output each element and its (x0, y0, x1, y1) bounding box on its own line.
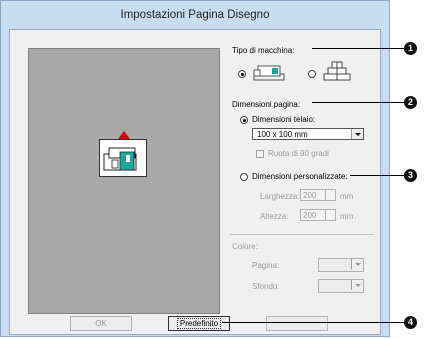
callout-number-2: 2 (404, 96, 417, 109)
height-value: 200 (303, 211, 317, 220)
sewing-machine-preview-icon (103, 147, 137, 171)
page-color-label: Pagina: (252, 261, 280, 270)
single-needle-machine-icon[interactable] (252, 62, 286, 84)
dialog-client-area: Tipo di macchina: Dimensioni pagina: Dim… (9, 29, 381, 335)
height-label: Altezza: (260, 212, 289, 221)
orientation-marker-icon (118, 131, 130, 139)
custom-size-radio[interactable] (240, 173, 248, 181)
callout-line-4 (222, 322, 404, 323)
machine-multi-radio[interactable] (308, 70, 316, 78)
background-color-label: Sfondo: (252, 282, 280, 291)
ok-button[interactable]: OK (70, 316, 132, 331)
spinner-arrows-icon[interactable] (325, 210, 335, 220)
width-value: 200 (303, 191, 317, 200)
color-label: Colore: (232, 242, 258, 251)
dialog-title: Impostazioni Pagina Disegno (120, 9, 270, 21)
default-button-label: Predefinito (176, 318, 222, 329)
callout-line-2 (312, 102, 404, 103)
width-label: Larghezza: (260, 192, 300, 201)
callout-line-1 (312, 48, 404, 49)
hoop-size-select[interactable]: 100 x 100 mm (252, 128, 364, 140)
multi-needle-machine-icon[interactable] (322, 60, 352, 84)
preview-page (99, 139, 147, 177)
spinner-arrows-icon[interactable] (325, 190, 335, 200)
callout-number-3: 3 (404, 169, 417, 182)
chevron-down-icon[interactable] (351, 280, 363, 290)
machine-type-label: Tipo di macchina: (232, 46, 295, 55)
rotate-checkbox[interactable] (256, 150, 264, 158)
divider (230, 234, 374, 235)
callout-number-1: 1 (404, 42, 417, 55)
height-unit: mm (340, 212, 354, 221)
hoop-size-radio[interactable] (240, 116, 248, 124)
callout-line-3 (350, 175, 404, 176)
width-spinner[interactable]: 200 (300, 189, 336, 201)
hoop-size-value: 100 x 100 mm (257, 130, 308, 139)
cancel-button[interactable] (266, 316, 328, 331)
callout-number-4: 4 (404, 316, 417, 329)
background-color-select[interactable] (318, 279, 364, 293)
dialog-window: Impostazioni Pagina Disegno Tipo di macc… (0, 0, 390, 337)
page-size-label: Dimensioni pagina: (232, 100, 301, 109)
page-preview (28, 48, 220, 314)
rotate-label: Ruota di 90 gradi (268, 149, 329, 158)
height-spinner[interactable]: 200 (300, 209, 336, 221)
default-button[interactable]: Predefinito (168, 316, 230, 331)
chevron-down-icon[interactable] (351, 129, 363, 139)
page-color-select[interactable] (318, 258, 364, 272)
machine-single-radio[interactable] (238, 70, 246, 78)
chevron-down-icon[interactable] (351, 259, 363, 269)
width-unit: mm (340, 192, 354, 201)
custom-size-label: Dimensioni personalizzate: (252, 172, 348, 181)
hoop-size-label: Dimensioni telaio: (252, 115, 316, 124)
